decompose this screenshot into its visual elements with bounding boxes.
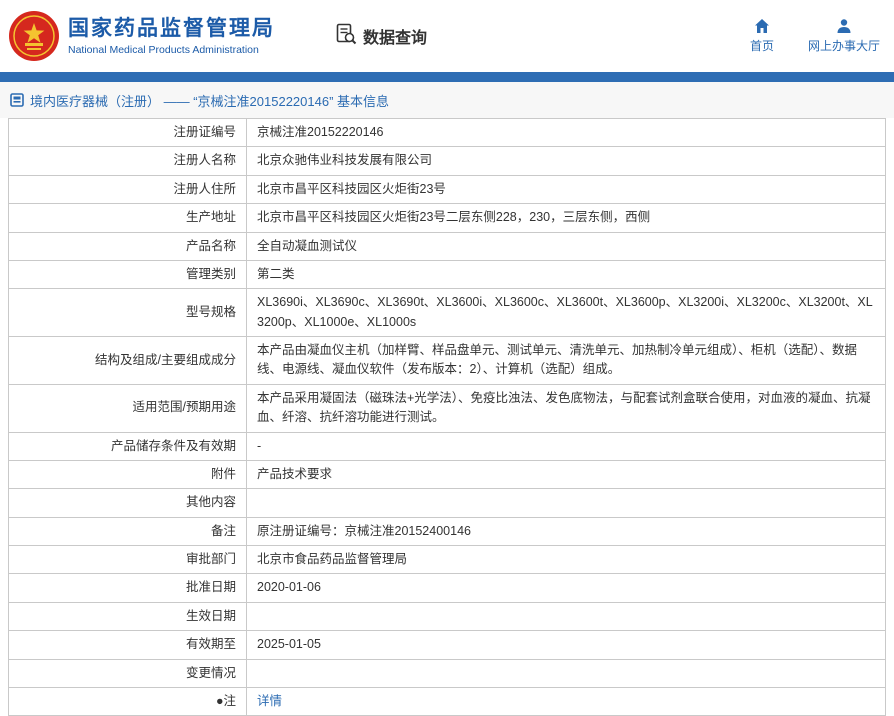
- table-row: 生产地址北京市昌平区科技园区火炬街23号二层东侧228，230，三层东侧，西侧: [9, 204, 886, 232]
- table-row: 型号规格XL3690i、XL3690c、XL3690t、XL3600i、XL36…: [9, 289, 886, 337]
- row-label: 管理类别: [9, 260, 247, 288]
- row-value: 本产品采用凝固法（磁珠法+光学法）、免疫比浊法、发色底物法，与配套试剂盒联合使用…: [247, 384, 886, 432]
- row-value: 2025-01-05: [247, 631, 886, 659]
- page: 国家药品监督管理局 National Medical Products Admi…: [0, 0, 894, 716]
- table-row: 产品储存条件及有效期-: [9, 432, 886, 460]
- row-value: [247, 602, 886, 630]
- row-label: 生产地址: [9, 204, 247, 232]
- breadcrumb: 境内医疗器械（注册） —— “京械注准20152220146” 基本信息: [0, 82, 894, 118]
- row-value: [247, 489, 886, 517]
- row-label: ●注: [9, 687, 247, 715]
- org-names: 国家药品监督管理局 National Medical Products Admi…: [68, 16, 275, 56]
- table-row: 审批部门北京市食品药品监督管理局: [9, 546, 886, 574]
- row-value: -: [247, 432, 886, 460]
- row-label: 批准日期: [9, 574, 247, 602]
- table-row: 管理类别第二类: [9, 260, 886, 288]
- row-value: 产品技术要求: [247, 460, 886, 488]
- nav-service-hall-label: 网上办事大厅: [808, 37, 880, 54]
- table-row: 变更情况: [9, 659, 886, 687]
- table-row: 其他内容: [9, 489, 886, 517]
- table-row: 备注原注册证编号：京械注准20152400146: [9, 517, 886, 545]
- row-label: 有效期至: [9, 631, 247, 659]
- row-value: 2020-01-06: [247, 574, 886, 602]
- row-label: 适用范围/预期用途: [9, 384, 247, 432]
- row-value: 本产品由凝血仪主机（加样臂、样品盘单元、测试单元、清洗单元、加热制冷单元组成）、…: [247, 337, 886, 385]
- row-value: 北京市食品药品监督管理局: [247, 546, 886, 574]
- section-title-area: 数据查询: [335, 23, 427, 50]
- nmpa-logo: [8, 10, 60, 62]
- nav-service-hall[interactable]: 网上办事大厅: [808, 18, 880, 54]
- row-value: 详情: [247, 687, 886, 715]
- table-row: 适用范围/预期用途本产品采用凝固法（磁珠法+光学法）、免疫比浊法、发色底物法，与…: [9, 384, 886, 432]
- row-label: 产品名称: [9, 232, 247, 260]
- row-value: 北京市昌平区科技园区火炬街23号二层东侧228，230，三层东侧，西侧: [247, 204, 886, 232]
- table-row: 附件产品技术要求: [9, 460, 886, 488]
- row-label: 审批部门: [9, 546, 247, 574]
- info-table: 注册证编号京械注准20152220146注册人名称北京众驰伟业科技发展有限公司注…: [8, 118, 886, 716]
- row-label: 备注: [9, 517, 247, 545]
- table-row: 产品名称全自动凝血测试仪: [9, 232, 886, 260]
- row-label: 其他内容: [9, 489, 247, 517]
- row-value: 第二类: [247, 260, 886, 288]
- row-label: 注册人名称: [9, 147, 247, 175]
- row-value: [247, 659, 886, 687]
- table-row: 批准日期2020-01-06: [9, 574, 886, 602]
- table-row: 生效日期: [9, 602, 886, 630]
- row-value: 全自动凝血测试仪: [247, 232, 886, 260]
- table-row: 注册证编号京械注准20152220146: [9, 119, 886, 147]
- section-title: 数据查询: [363, 24, 427, 48]
- table-row: 注册人住所北京市昌平区科技园区火炬街23号: [9, 175, 886, 203]
- row-label: 产品储存条件及有效期: [9, 432, 247, 460]
- person-icon: [836, 18, 852, 34]
- breadcrumb-text: 境内医疗器械（注册） —— “京械注准20152220146” 基本信息: [30, 91, 389, 110]
- top-nav: 首页 网上办事大厅: [750, 18, 880, 54]
- table-wrap: 注册证编号京械注准20152220146注册人名称北京众驰伟业科技发展有限公司注…: [0, 118, 894, 716]
- table-row: 注册人名称北京众驰伟业科技发展有限公司: [9, 147, 886, 175]
- row-value: 原注册证编号：京械注准20152400146: [247, 517, 886, 545]
- table-row: ●注详情: [9, 687, 886, 715]
- row-label: 型号规格: [9, 289, 247, 337]
- logo-area: 国家药品监督管理局 National Medical Products Admi…: [8, 10, 275, 62]
- home-icon: [754, 18, 770, 34]
- row-label: 注册人住所: [9, 175, 247, 203]
- nav-home-label: 首页: [750, 37, 774, 54]
- org-name-en: National Medical Products Administration: [68, 44, 275, 56]
- row-label: 生效日期: [9, 602, 247, 630]
- site-header: 国家药品监督管理局 National Medical Products Admi…: [0, 0, 894, 72]
- breadcrumb-icon: [10, 93, 24, 107]
- row-value: 北京市昌平区科技园区火炬街23号: [247, 175, 886, 203]
- nav-home[interactable]: 首页: [750, 18, 774, 54]
- row-label: 变更情况: [9, 659, 247, 687]
- data-query-icon: [335, 23, 357, 50]
- org-name-cn: 国家药品监督管理局: [68, 16, 275, 42]
- row-value: 北京众驰伟业科技发展有限公司: [247, 147, 886, 175]
- detail-link[interactable]: 详情: [257, 694, 282, 708]
- row-label: 附件: [9, 460, 247, 488]
- header-divider-bar: [0, 72, 894, 82]
- table-row: 结构及组成/主要组成成分本产品由凝血仪主机（加样臂、样品盘单元、测试单元、清洗单…: [9, 337, 886, 385]
- row-value: 京械注准20152220146: [247, 119, 886, 147]
- table-row: 有效期至2025-01-05: [9, 631, 886, 659]
- row-label: 结构及组成/主要组成成分: [9, 337, 247, 385]
- row-value: XL3690i、XL3690c、XL3690t、XL3600i、XL3600c、…: [247, 289, 886, 337]
- row-label: 注册证编号: [9, 119, 247, 147]
